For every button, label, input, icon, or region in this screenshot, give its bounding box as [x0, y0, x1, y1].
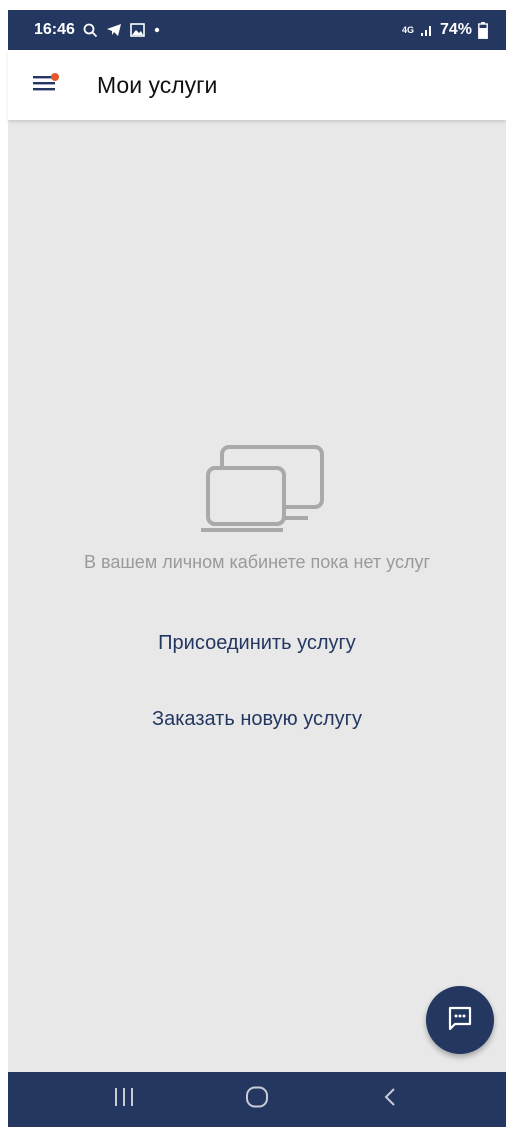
gallery-icon: [130, 23, 145, 37]
devices-icon: [200, 444, 324, 539]
telegram-icon: [106, 23, 122, 37]
page-title: Мои услуги: [97, 71, 218, 98]
empty-state-message: В вашем личном кабинете пока нет услуг: [83, 552, 431, 572]
order-new-service-link[interactable]: Заказать новую услугу: [8, 708, 506, 731]
status-bar: 16:46 4G 74%: [8, 10, 506, 50]
recent-apps-icon: [113, 1087, 135, 1112]
search-icon: [83, 23, 98, 38]
chat-fab-button[interactable]: [426, 986, 494, 1054]
notification-dot-icon: [153, 26, 161, 34]
battery-percent: 74%: [439, 21, 472, 38]
phone-screen: 16:46 4G 74% Мои услуги В вашем личном к…: [0, 0, 506, 1127]
chat-icon: [447, 1005, 473, 1036]
system-nav-bar: [8, 1072, 506, 1127]
network-type-label: 4G: [401, 24, 414, 35]
home-button[interactable]: [227, 1080, 287, 1120]
recent-apps-button[interactable]: [94, 1080, 154, 1120]
battery-icon: [478, 21, 488, 39]
status-left: 16:46: [34, 21, 161, 39]
menu-button[interactable]: [25, 65, 65, 105]
attach-service-link[interactable]: Присоединить услугу: [8, 632, 506, 655]
home-icon: [245, 1086, 269, 1113]
back-button[interactable]: [360, 1080, 420, 1120]
menu-notification-dot: [51, 73, 59, 81]
signal-icon: [420, 23, 434, 37]
back-icon: [383, 1087, 397, 1112]
status-right: 4G 74%: [402, 21, 488, 39]
status-time: 16:46: [34, 21, 75, 38]
app-bar: Мои услуги: [8, 50, 506, 120]
main-content: В вашем личном кабинете пока нет услуг П…: [8, 120, 506, 1072]
